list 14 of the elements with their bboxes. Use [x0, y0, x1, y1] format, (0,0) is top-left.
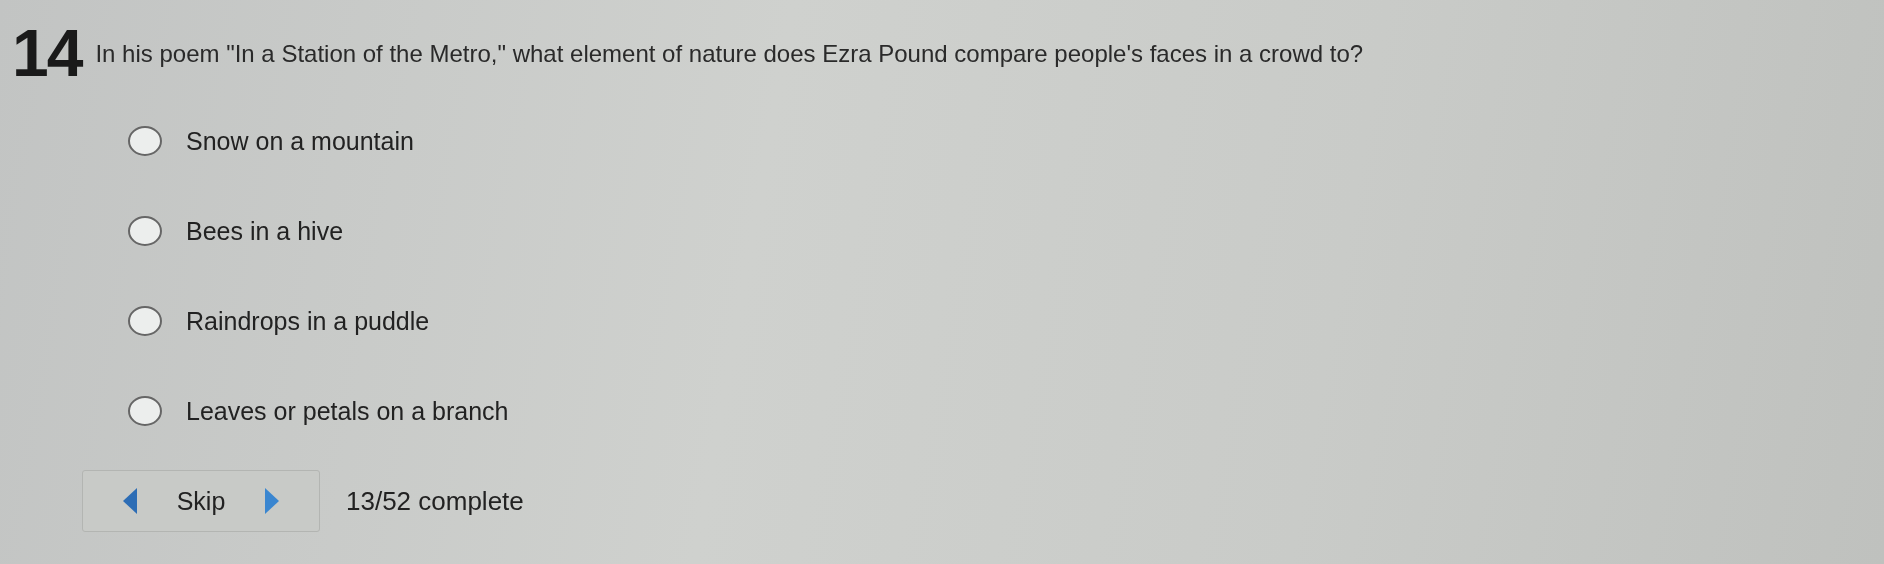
option-label[interactable]: Raindrops in a puddle: [186, 306, 430, 336]
right-arrow-icon: [265, 488, 280, 514]
option-label[interactable]: Snow on a mountain: [186, 126, 414, 156]
option-label[interactable]: Bees in a hive: [186, 216, 344, 246]
skip-button[interactable]: Skip: [82, 470, 320, 532]
radio-button[interactable]: [128, 396, 162, 426]
option-label[interactable]: Leaves or petals on a branch: [186, 396, 509, 426]
radio-button[interactable]: [128, 306, 162, 336]
radio-button[interactable]: [128, 126, 162, 156]
question-text: In his poem "In a Station of the Metro," what element of nature does Ezra Pound compare people's faces in a crowd to?: [95, 39, 1364, 68]
question-number: 14: [12, 20, 82, 86]
progress-text: 13/52 complete: [346, 485, 524, 517]
left-arrow-icon: [122, 488, 137, 514]
radio-button[interactable]: [128, 216, 162, 246]
